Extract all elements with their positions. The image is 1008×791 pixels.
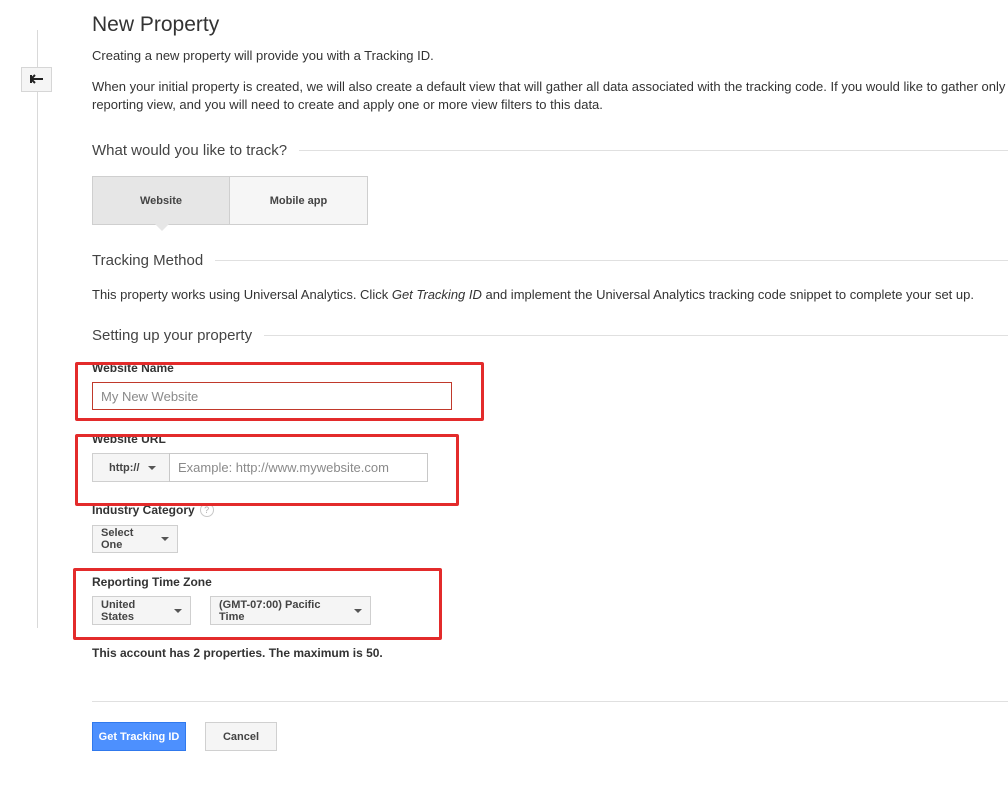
selected-pointer <box>155 224 169 231</box>
website-name-label: Website Name <box>92 361 174 375</box>
left-rail-divider <box>37 30 38 628</box>
description-line-1: When your initial property is created, w… <box>92 79 1006 94</box>
tracking-method-text-end: and implement the Universal Analytics tr… <box>481 287 974 302</box>
track-type-toggle: Website Mobile app <box>92 176 368 231</box>
website-name-input[interactable] <box>92 382 452 410</box>
section-divider <box>299 149 1008 151</box>
tracking-method-heading: Tracking Method <box>92 250 1008 270</box>
tracking-method-emphasis: Get Tracking ID <box>391 287 482 302</box>
industry-category-value: Select One <box>101 527 134 551</box>
description-line-2: reporting view, and you will need to cre… <box>92 97 603 112</box>
get-tracking-id-button[interactable]: Get Tracking ID <box>92 722 186 751</box>
industry-category-label: Industry Category <box>92 503 195 517</box>
account-properties-note: This account has 2 properties. The maxim… <box>92 646 383 660</box>
chevron-down-icon <box>174 608 182 613</box>
tracking-method-text: This property works using Universal Anal… <box>92 287 974 302</box>
intro-text: Creating a new property will provide you… <box>92 48 434 63</box>
description-text: When your initial property is created, w… <box>92 78 1008 114</box>
section-divider <box>215 259 1008 261</box>
arrow-left-icon <box>29 71 44 89</box>
section-divider <box>264 334 1008 336</box>
track-heading-label: What would you like to track? <box>92 141 288 159</box>
mobile-app-option-label: Mobile app <box>269 194 328 207</box>
tracking-method-text-start: This property works using Universal Anal… <box>92 287 392 302</box>
industry-category-dropdown[interactable]: Select One <box>92 525 178 553</box>
time-zone-label: Reporting Time Zone <box>92 575 212 589</box>
time-zone-value: (GMT-07:00) Pacific Time <box>219 598 321 623</box>
cancel-button[interactable]: Cancel <box>205 722 277 751</box>
country-value: United States <box>101 598 136 623</box>
back-button[interactable] <box>21 67 52 92</box>
chevron-down-icon <box>147 465 156 470</box>
question-mark-icon[interactable]: ? <box>199 503 214 517</box>
mobile-app-option-button[interactable]: Mobile app <box>230 176 368 225</box>
website-option-label: Website <box>140 194 182 207</box>
track-section-heading: What would you like to track? <box>92 140 1008 160</box>
protocol-value: http:// <box>109 461 140 474</box>
setup-section-heading: Setting up your property <box>92 325 1008 345</box>
page-title: New Property <box>92 13 220 36</box>
footer-divider <box>92 701 1008 702</box>
tracking-method-heading-label: Tracking Method <box>92 251 204 269</box>
website-option-button[interactable]: Website <box>92 176 230 231</box>
chevron-down-icon <box>161 537 169 541</box>
time-zone-dropdown[interactable]: (GMT-07:00) Pacific Time <box>210 596 371 625</box>
chevron-down-icon <box>354 608 362 613</box>
industry-category-field-label: Industry Category ? <box>92 503 214 517</box>
setup-heading-label: Setting up your property <box>92 326 253 344</box>
website-url-label: Website URL <box>92 432 166 446</box>
website-url-input[interactable] <box>169 453 428 482</box>
country-dropdown[interactable]: United States <box>92 596 191 625</box>
new-property-page: New Property Creating a new property wil… <box>0 0 1008 791</box>
protocol-dropdown[interactable]: http:// <box>92 453 170 482</box>
